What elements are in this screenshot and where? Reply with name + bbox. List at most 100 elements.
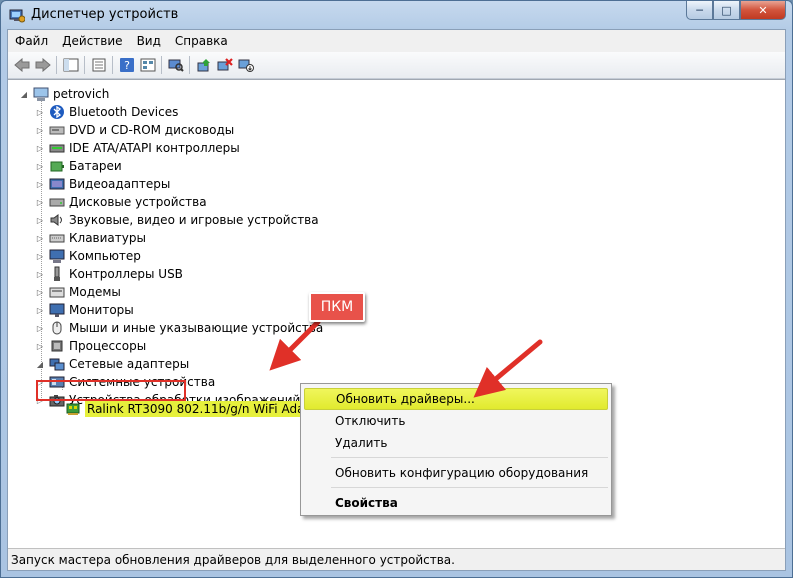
disable-device-icon[interactable] — [235, 55, 256, 75]
tree-category-ide-controller[interactable]: ▷ IDE ATA/ATAPI контроллеры — [35, 139, 240, 157]
toolbar-separator — [84, 56, 85, 74]
monitor-icon — [49, 302, 65, 318]
menu-file[interactable]: Файл — [8, 34, 55, 48]
tree-category-label: Контроллеры USB — [69, 267, 183, 281]
tree-category-processor[interactable]: ▷ Процессоры — [35, 337, 146, 355]
context-menu: Обновить драйверы... Отключить Удалить О… — [300, 383, 612, 516]
annotation-highlight-box — [36, 380, 186, 401]
tree-category-battery[interactable]: ▷ Батареи — [35, 157, 122, 175]
tree-category-label: Мыши и иные указывающие устройства — [69, 321, 324, 335]
expand-arrow-icon[interactable]: ▷ — [35, 215, 45, 225]
tree-category-mouse[interactable]: ▷ Мыши и иные указывающие устройства — [35, 319, 323, 337]
tree-category-network-adapter[interactable]: ◢ Сетевые адаптеры — [35, 355, 189, 373]
network-card-icon — [65, 401, 81, 417]
tree-category-label: Дисковые устройства — [69, 195, 207, 209]
network-adapter-device[interactable]: Ralink RT3090 802.11b/g/n WiFi Adapter — [65, 400, 335, 418]
tree-category-monitor[interactable]: ▷ Мониторы — [35, 301, 134, 319]
collapse-arrow-icon[interactable]: ◢ — [35, 359, 45, 369]
tree-category-label: Модемы — [69, 285, 121, 299]
tree-category-display-adapter[interactable]: ▷ Видеоадаптеры — [35, 175, 170, 193]
ide-controller-icon — [49, 140, 65, 156]
update-driver-icon[interactable] — [193, 55, 214, 75]
tree-category-label: Компьютер — [69, 249, 141, 263]
expand-arrow-icon[interactable]: ▷ — [35, 251, 45, 261]
minimize-button[interactable]: ─ — [686, 1, 713, 20]
display-adapter-icon — [49, 176, 65, 192]
expand-arrow-icon[interactable]: ▷ — [35, 143, 45, 153]
battery-icon — [49, 158, 65, 174]
tree-category-label: Батареи — [69, 159, 122, 173]
tree-category-modem[interactable]: ▷ Модемы — [35, 283, 121, 301]
tree-category-label: Сетевые адаптеры — [69, 357, 190, 371]
device-manager-icon — [9, 7, 26, 23]
expand-arrow-icon[interactable]: ▷ — [35, 107, 45, 117]
ctx-disable[interactable]: Отключить — [304, 410, 608, 432]
scan-hardware-icon[interactable] — [165, 55, 186, 75]
tree-category-bluetooth[interactable]: ▷ Bluetooth Devices — [35, 103, 178, 121]
tree-category-label: DVD и CD-ROM дисководы — [69, 123, 235, 137]
help-icon[interactable]: ? — [116, 55, 137, 75]
menu-help[interactable]: Справка — [168, 34, 235, 48]
maximize-button[interactable]: □ — [713, 1, 740, 20]
toolbar-separator — [161, 56, 162, 74]
tree-category-label: IDE ATA/ATAPI контроллеры — [69, 141, 240, 155]
collapse-arrow-icon[interactable]: ◢ — [19, 89, 29, 99]
ctx-scan-hardware[interactable]: Обновить конфигурацию оборудования — [304, 462, 608, 484]
toolbar-separator — [56, 56, 57, 74]
ctx-separator — [331, 487, 608, 488]
toolbar-separator — [189, 56, 190, 74]
view-list-icon[interactable] — [137, 55, 158, 75]
forward-arrow-icon[interactable] — [32, 55, 53, 75]
tree-category-computer[interactable]: ▷ Компьютер — [35, 247, 141, 265]
speaker-icon — [49, 212, 65, 228]
menu-view[interactable]: Вид — [130, 34, 168, 48]
dvd-drive-icon — [49, 122, 65, 138]
mouse-icon — [49, 320, 65, 336]
close-button[interactable]: ✕ — [740, 1, 786, 20]
menu-bar: Файл Действие Вид Справка — [8, 30, 785, 52]
ctx-uninstall[interactable]: Удалить — [304, 432, 608, 454]
tree-category-label: Клавиатуры — [69, 231, 146, 245]
status-bar: Запуск мастера обновления драйверов для … — [8, 548, 785, 570]
tree-category-dvd-drive[interactable]: ▷ DVD и CD-ROM дисководы — [35, 121, 234, 139]
usb-icon — [49, 266, 65, 282]
tree-root-label: petrovich — [53, 87, 110, 101]
status-text: Запуск мастера обновления драйверов для … — [11, 552, 455, 567]
modem-icon — [49, 284, 65, 300]
tree-category-speaker[interactable]: ▷ Звуковые, видео и игровые устройства — [35, 211, 319, 229]
ctx-separator — [331, 457, 608, 458]
tree-category-disk-drive[interactable]: ▷ Дисковые устройства — [35, 193, 207, 211]
expand-arrow-icon[interactable]: ▷ — [35, 125, 45, 135]
expand-arrow-icon[interactable]: ▷ — [35, 305, 45, 315]
svg-text:?: ? — [124, 59, 130, 72]
network-adapter-icon — [49, 356, 65, 372]
uninstall-icon[interactable] — [214, 55, 235, 75]
properties-icon[interactable] — [88, 55, 109, 75]
network-adapter-label: Ralink RT3090 802.11b/g/n WiFi Adapter — [85, 401, 332, 417]
expand-arrow-icon[interactable]: ▷ — [35, 179, 45, 189]
menu-action[interactable]: Действие — [55, 34, 129, 48]
expand-arrow-icon[interactable]: ▷ — [35, 341, 45, 351]
expand-arrow-icon[interactable]: ▷ — [35, 269, 45, 279]
tree-category-label: Процессоры — [69, 339, 147, 353]
tree-category-label: Мониторы — [69, 303, 134, 317]
disk-drive-icon — [49, 194, 65, 210]
expand-arrow-icon[interactable]: ▷ — [35, 287, 45, 297]
expand-arrow-icon[interactable]: ▷ — [35, 323, 45, 333]
expand-arrow-icon[interactable]: ▷ — [35, 233, 45, 243]
back-arrow-icon[interactable] — [11, 55, 32, 75]
bluetooth-icon — [49, 104, 65, 120]
processor-icon — [49, 338, 65, 354]
expand-arrow-icon[interactable]: ▷ — [35, 197, 45, 207]
console-tree-icon[interactable] — [60, 55, 81, 75]
tree-root-node[interactable]: ◢ petrovich — [19, 85, 109, 103]
tree-category-keyboard[interactable]: ▷ Клавиатуры — [35, 229, 146, 247]
ctx-properties[interactable]: Свойства — [304, 492, 608, 514]
expand-arrow-icon[interactable]: ▷ — [35, 161, 45, 171]
keyboard-icon — [49, 230, 65, 246]
toolbar: ? — [8, 52, 785, 79]
tree-category-usb[interactable]: ▷ Контроллеры USB — [35, 265, 183, 283]
title-bar[interactable]: Диспетчер устройств ─ □ ✕ — [1, 1, 792, 29]
tree-category-label: Видеоадаптеры — [69, 177, 171, 191]
ctx-update-drivers[interactable]: Обновить драйверы... — [304, 388, 608, 410]
